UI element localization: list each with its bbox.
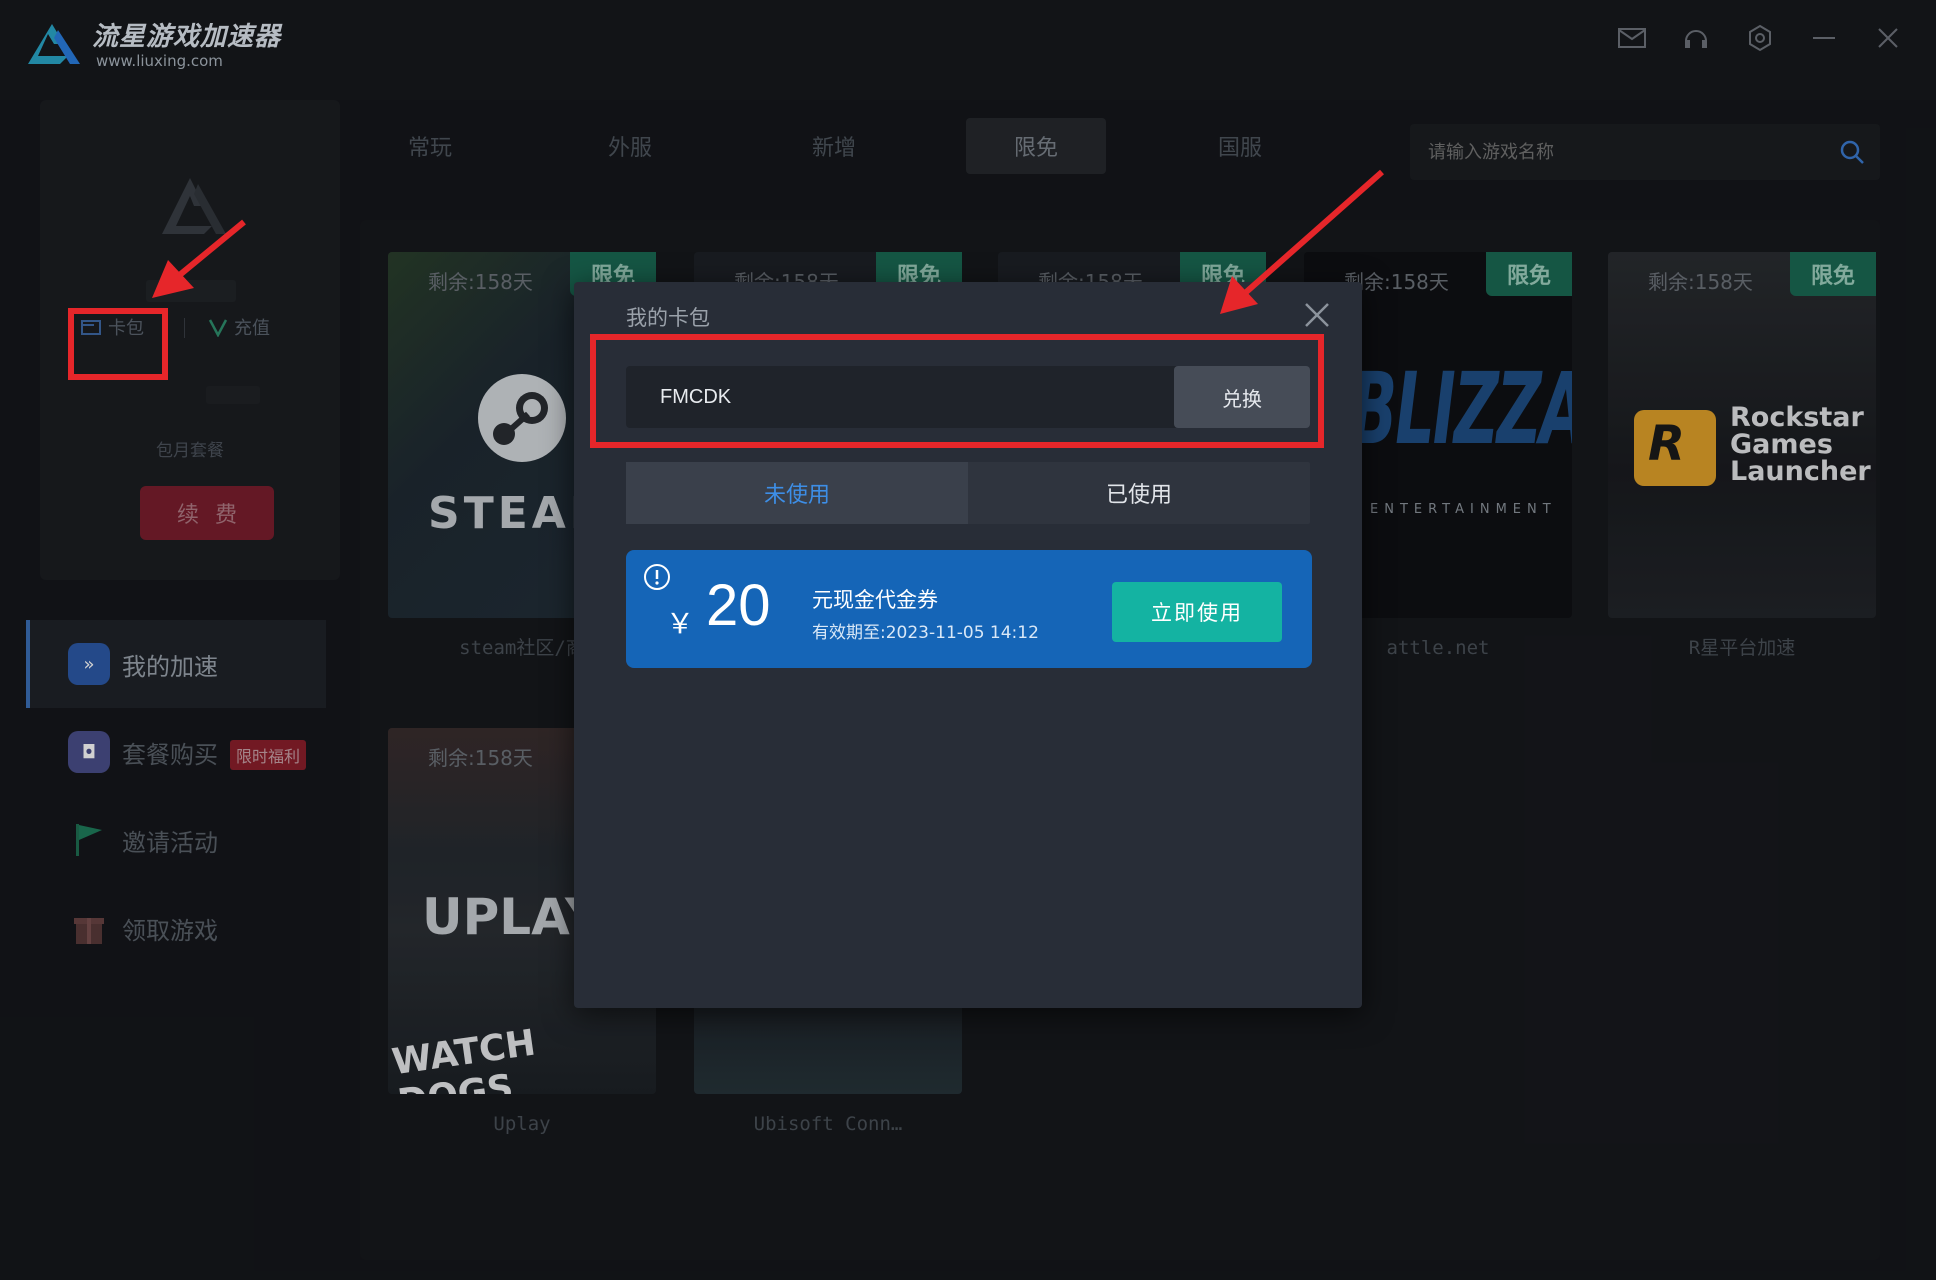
bag-icon: ◘ — [68, 731, 110, 773]
wallet-label: 卡包 — [108, 318, 144, 339]
remaining-days: 剩余:158天 — [428, 270, 533, 294]
coupon-amount: 20 — [706, 573, 771, 638]
app-window: 流星游戏加速器 www.liuxing.com 卡包 充值 包月套餐 续费 » … — [0, 0, 1936, 1280]
wallet-tab[interactable]: 卡包 — [80, 314, 144, 340]
headset-icon[interactable] — [1676, 18, 1716, 58]
currency-symbol: ￥ — [666, 607, 695, 640]
game-caption: Ubisoft Conn… — [753, 1113, 903, 1135]
speed-icon: » — [68, 643, 110, 685]
nav-item-invite[interactable]: 邀请活动 — [26, 796, 326, 884]
plan-label: 包月套餐 — [156, 441, 224, 461]
watchdogs-art: WATCH DOGS — [389, 1022, 539, 1094]
recharge-label: 充值 — [234, 318, 270, 339]
app-name: 流星游戏加速器 — [92, 22, 282, 52]
tab-free[interactable]: 限免 — [966, 118, 1106, 174]
close-icon[interactable] — [1868, 18, 1908, 58]
promo-badge: 限时福利 — [230, 740, 307, 770]
profile-card: 卡包 充值 包月套餐 续费 — [40, 100, 340, 580]
coupon-status-tabs: 未使用 已使用 — [626, 462, 1310, 524]
tab-frequent[interactable]: 常玩 — [360, 118, 500, 174]
username — [146, 280, 236, 302]
app-url: www.liuxing.com — [96, 52, 223, 70]
search-input[interactable] — [1428, 124, 1828, 180]
dialog-title: 我的卡包 — [626, 306, 710, 330]
remaining-days: 剩余:158天 — [428, 746, 533, 770]
avatar — [162, 178, 226, 234]
tab-used[interactable]: 已使用 — [968, 462, 1310, 524]
tab-unused[interactable]: 未使用 — [626, 462, 968, 524]
nav-item-my-speed[interactable]: » 我的加速 — [26, 620, 326, 708]
coupon-card: ￥ 20 元现金代金券 有效期至:2023-11-05 14:12 立即使用 — [626, 550, 1312, 668]
tab-domestic[interactable]: 国服 — [1170, 118, 1310, 174]
wallet-dialog: 我的卡包 兑换 未使用 已使用 ￥ 20 元现金代金券 有效期至:2023-11… — [574, 282, 1362, 1008]
blizzard-wordmark: BLIZZARD — [1350, 350, 1572, 467]
nav-label: 领取游戏 — [122, 916, 218, 945]
nav-item-plan-purchase[interactable]: ◘ 套餐购买 限时福利 — [26, 708, 326, 796]
rockstar-wordmark: Rockstar Games Launcher — [1730, 402, 1871, 487]
sidebar-nav: » 我的加速 ◘ 套餐购买 限时福利 邀请活动 领取游戏 — [26, 620, 326, 972]
flag-icon — [68, 819, 110, 861]
category-tabs: 常玩 外服 新增 限免 国服 — [360, 118, 1880, 180]
title-bar: 流星游戏加速器 www.liuxing.com — [0, 0, 1936, 100]
recharge-icon — [208, 319, 228, 337]
entertainment-text: ENTERTAINMENT — [1370, 502, 1557, 517]
sidebar: 卡包 充值 包月套餐 续费 » 我的加速 ◘ 套餐购买 限时福利 邀请活动 领取… — [26, 100, 340, 1270]
tab-new[interactable]: 新增 — [764, 118, 904, 174]
gift-icon — [68, 907, 110, 949]
game-caption: R星平台加速 — [1688, 637, 1796, 659]
rockstar-logo-icon: R — [1634, 410, 1716, 486]
renew-button[interactable]: 续费 — [140, 486, 274, 540]
coupon-expiry: 有效期至:2023-11-05 14:12 — [812, 623, 1039, 643]
game-thumbnail: R Rockstar Games Launcher — [1608, 252, 1876, 618]
recharge-tab[interactable]: 充值 — [208, 314, 270, 340]
nav-item-claim-games[interactable]: 领取游戏 — [26, 884, 326, 972]
game-caption: Uplay — [493, 1113, 551, 1135]
search-box — [1410, 124, 1880, 180]
free-tag: 限免 — [1486, 252, 1572, 296]
settings-icon[interactable] — [1740, 18, 1780, 58]
mail-icon[interactable] — [1612, 18, 1652, 58]
divider — [184, 318, 185, 338]
close-icon[interactable] — [1302, 300, 1332, 330]
logo-icon — [28, 24, 80, 64]
window-controls — [1612, 18, 1908, 58]
nav-label: 邀请活动 — [122, 828, 218, 857]
tab-overseas[interactable]: 外服 — [560, 118, 700, 174]
wallet-icon — [81, 320, 101, 335]
info-icon[interactable] — [642, 562, 672, 592]
app-logo: 流星游戏加速器 www.liuxing.com — [24, 16, 294, 76]
redeem-button[interactable]: 兑换 — [1174, 366, 1310, 428]
redeem-code-input[interactable] — [626, 366, 1180, 428]
steam-logo-icon — [478, 374, 566, 462]
nav-label: 套餐购买 — [122, 740, 218, 769]
nav-label: 我的加速 — [122, 652, 218, 681]
remaining-days: 剩余:158天 — [1648, 270, 1753, 294]
use-now-button[interactable]: 立即使用 — [1112, 582, 1282, 642]
expire-info — [206, 386, 260, 404]
free-tag: 限免 — [1790, 252, 1876, 296]
search-icon[interactable] — [1838, 138, 1866, 166]
game-card-rockstar[interactable]: R Rockstar Games Launcher 剩余:158天 限免 R星平… — [1608, 252, 1876, 672]
minimize-icon[interactable] — [1804, 18, 1844, 58]
coupon-title: 元现金代金券 — [812, 588, 938, 612]
